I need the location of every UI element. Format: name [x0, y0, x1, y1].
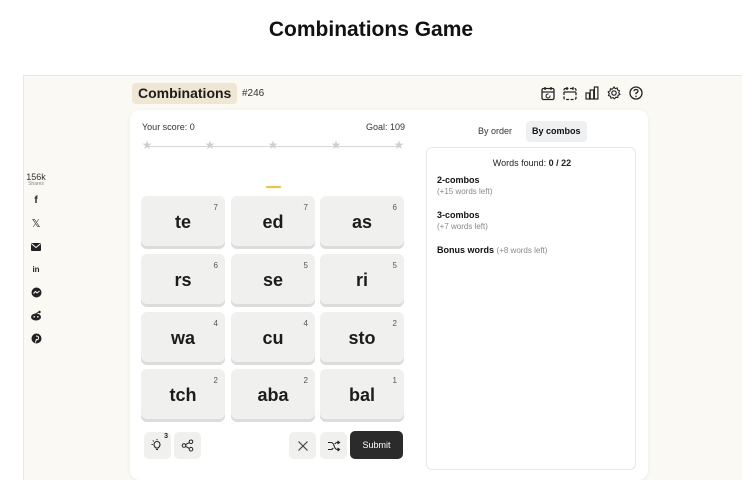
shuffle-button[interactable] [320, 432, 347, 459]
x-glyph: 𝕏 [31, 218, 41, 230]
tile-text: tch [169, 385, 197, 405]
category-3-combos: 3-combos [437, 210, 480, 220]
star-icon: ★ [393, 138, 405, 152]
share-button[interactable] [174, 432, 201, 459]
tile-text: bal [348, 385, 375, 405]
tile[interactable]: aba 2 [231, 369, 315, 422]
tile-count: 5 [392, 261, 397, 270]
tab-by-order[interactable]: By order [472, 121, 518, 142]
linkedin-icon[interactable]: in [24, 258, 48, 281]
tile-text: rs [174, 270, 192, 290]
words-found: Words found: 0 / 22 [427, 158, 637, 168]
game-header: Combinations #246 [130, 83, 650, 105]
tile-text: te [174, 212, 191, 232]
shuffle-icon [327, 440, 340, 451]
tile[interactable]: as 6 [320, 196, 404, 249]
page-title: Combinations Game [268, 18, 474, 41]
star-icon: ★ [267, 138, 279, 152]
clear-icon [297, 440, 308, 451]
tile[interactable]: cu 4 [231, 312, 315, 365]
game-card: Your score: 0 Goal: 109 ★ ★ ★ ★ ★ te 7 ed… [130, 110, 648, 480]
tile-count: 4 [213, 319, 218, 328]
words-found-label: Words found: [492, 158, 549, 168]
calendar-archive-icon[interactable] [562, 84, 578, 102]
category-2-combos: 2-combos [437, 175, 480, 185]
tile-count: 6 [213, 261, 218, 270]
facebook-icon[interactable]: f [24, 189, 48, 212]
tile[interactable]: bal 1 [320, 369, 404, 422]
help-icon[interactable] [628, 84, 644, 102]
view-toggle: By order By combos [470, 121, 620, 142]
tile[interactable]: sto 2 [320, 312, 404, 365]
facebook-glyph: f [34, 195, 38, 206]
submit-button[interactable]: Submit [350, 431, 403, 459]
share-sidebar: 156k Shares f 𝕏 in [24, 172, 48, 350]
tile-text: aba [257, 385, 289, 405]
linkedin-glyph: in [32, 265, 40, 274]
tile-text: sto [348, 328, 376, 348]
email-icon[interactable] [24, 235, 48, 258]
tile[interactable]: ed 7 [231, 196, 315, 249]
calendar-refresh-icon[interactable] [540, 84, 556, 102]
tile-text: wa [170, 328, 195, 348]
tile-text: cu [262, 328, 284, 348]
score-label: Your score: 0 [142, 122, 195, 132]
input-cursor [266, 186, 281, 188]
messenger-icon[interactable] [24, 281, 48, 304]
settings-icon[interactable] [606, 84, 622, 102]
tile-count: 1 [392, 376, 397, 385]
category-bonus-words: Bonus words (+8 words left) [437, 245, 547, 255]
star-icon: ★ [330, 138, 342, 152]
words-panel: Words found: 0 / 22 2-combos (+15 words … [426, 147, 636, 470]
tile-count: 4 [303, 319, 308, 328]
hint-bulb-icon [151, 438, 161, 450]
x-icon[interactable]: 𝕏 [24, 212, 48, 235]
share-icon [181, 439, 194, 452]
tile[interactable]: te 7 [141, 196, 225, 249]
category-2-combos-left: (+15 words left) [437, 187, 493, 196]
star-icon: ★ [141, 138, 153, 152]
tile-count: 7 [303, 203, 308, 212]
tile-count: 6 [392, 203, 397, 212]
tile[interactable]: rs 6 [141, 254, 225, 307]
header-icons [540, 84, 644, 102]
tile-count: 5 [303, 261, 308, 270]
tile[interactable]: wa 4 [141, 312, 225, 365]
brand-label[interactable]: Combinations [132, 83, 238, 104]
tile-text: se [262, 270, 284, 290]
tab-by-combos[interactable]: By combos [526, 121, 587, 142]
category-bonus-left: (+8 words left) [496, 246, 548, 255]
tile[interactable]: se 5 [231, 254, 315, 307]
tile-text: ri [355, 270, 368, 290]
goal-label: Goal: 109 [366, 122, 406, 132]
stats-icon[interactable] [584, 84, 600, 102]
clear-button[interactable] [289, 432, 316, 459]
tile-text: as [351, 212, 373, 232]
words-found-value: 0 / 22 [548, 158, 572, 168]
pinterest-icon[interactable] [24, 327, 48, 350]
tile-count: 2 [303, 376, 308, 385]
category-3-combos-left: (+7 words left) [437, 222, 488, 231]
tile[interactable]: ri 5 [320, 254, 404, 307]
tile-count: 7 [213, 203, 218, 212]
hint-count: 3 [164, 433, 168, 440]
star-icon: ★ [204, 138, 216, 152]
hint-button[interactable]: 3 [144, 432, 171, 459]
tile[interactable]: tch 2 [141, 369, 225, 422]
tile-text: ed [262, 212, 284, 232]
tile-count: 2 [213, 376, 218, 385]
tile-count: 2 [392, 319, 397, 328]
reddit-icon[interactable] [24, 304, 48, 327]
category-bonus-label: Bonus words [437, 245, 495, 255]
game-number: #246 [242, 88, 265, 99]
